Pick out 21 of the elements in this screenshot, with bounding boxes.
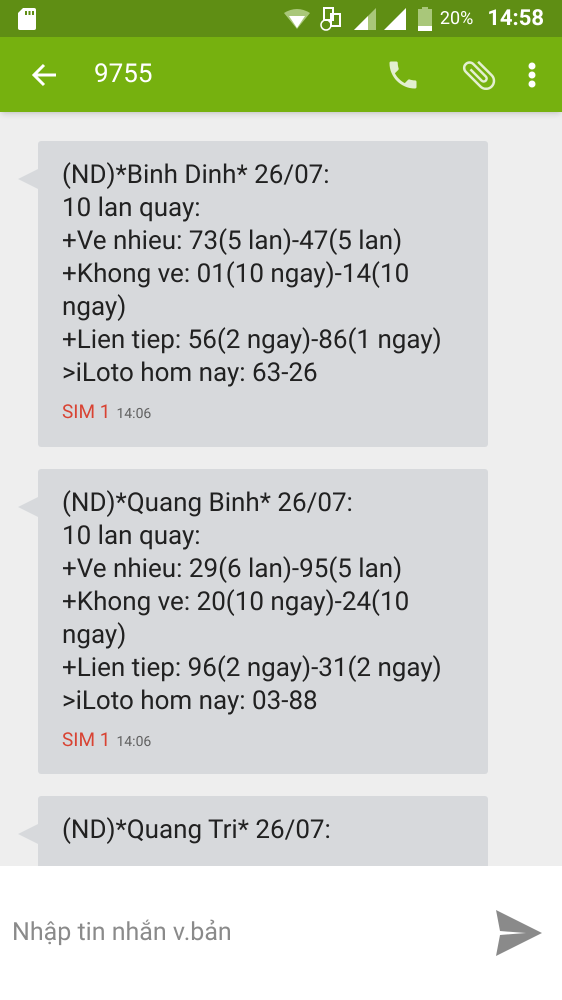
wifi-icon — [284, 8, 310, 30]
more-icon — [528, 62, 536, 88]
battery-icon — [418, 6, 432, 30]
sim-label: SIM 1 — [62, 399, 110, 425]
back-arrow-icon — [31, 62, 57, 86]
message-text: (ND)*Binh Dinh* 26/07: 10 lan quay: +Ve nhieu: 73(5 lan)-47(5 lan) +Khong ve: 01(10 ngay)-14(10 ngay) +Lien tiep: 56(2 ngay)-86(1 ngay) >iLoto hom nay: 63-26 — [62, 159, 443, 390]
clock: 14:58 — [487, 5, 544, 33]
signal-icon — [354, 8, 376, 30]
sim-label: SIM 1 — [62, 726, 110, 752]
sd-card-icon — [18, 8, 36, 30]
signal-icon — [384, 8, 406, 30]
message-time: 14:06 — [116, 732, 152, 752]
conversation-title: 9755 — [94, 58, 152, 91]
message-input[interactable]: Nhập tin nhắn v.bản — [12, 914, 494, 952]
data-transfer-icon — [320, 6, 342, 30]
message-text: (ND)*Quang Binh* 26/07: 10 lan quay: +Ve nhieu: 29(6 lan)-95(5 lan) +Khong ve: 20(10 ngay)-24(10 ngay) +Lien tiep: 96(2 ngay)-31(2 ngay) >iLoto hom nay: 03-88 — [62, 486, 443, 718]
message-text: (ND)*Quang Tri* 26/07: — [62, 814, 332, 847]
battery-percent: 20% — [440, 7, 474, 31]
send-button[interactable] — [494, 908, 544, 958]
message-time: 14:06 — [116, 405, 152, 424]
send-icon — [496, 910, 542, 956]
